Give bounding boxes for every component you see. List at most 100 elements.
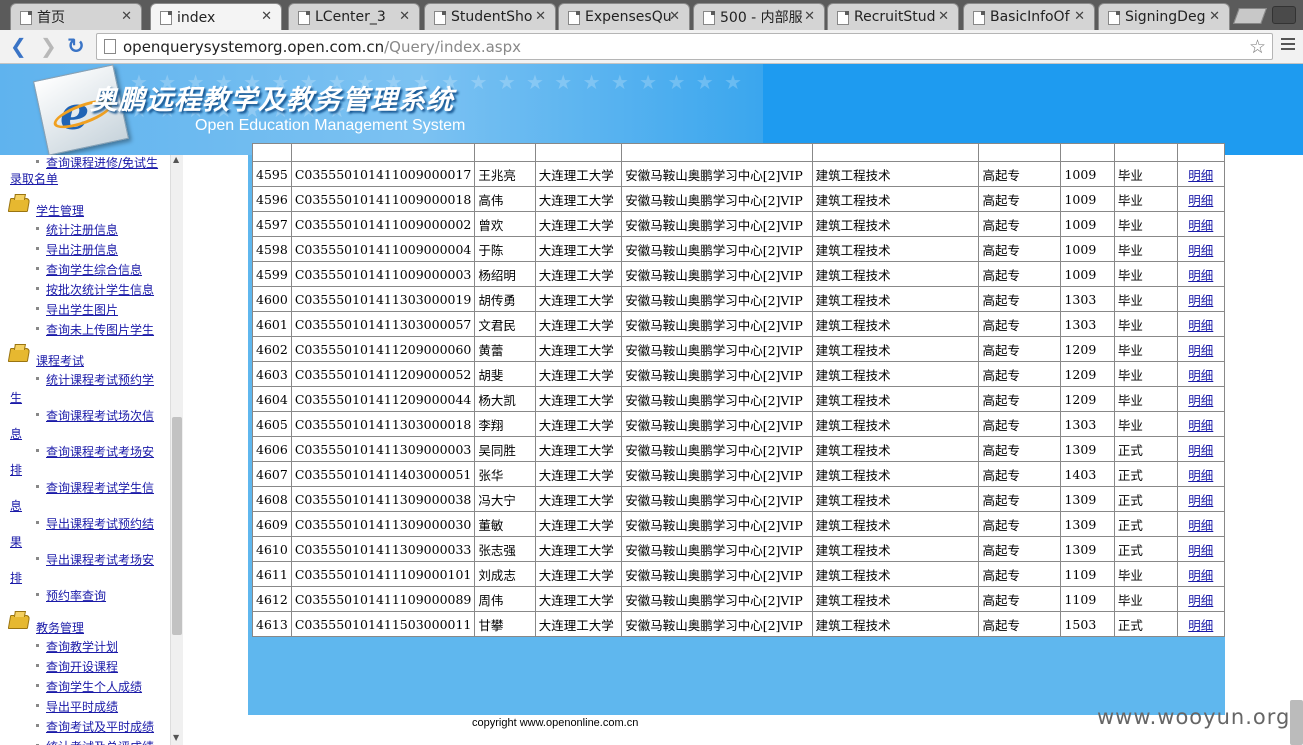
browser-tab[interactable]: index ✕ bbox=[150, 3, 282, 31]
detail-link[interactable]: 明细 bbox=[1188, 468, 1213, 483]
sidebar-link[interactable]: 导出平时成绩 bbox=[46, 698, 118, 715]
browser-menu-icon[interactable] bbox=[1281, 38, 1295, 53]
cell-center: 安徽马鞍山奥鹏学习中心[2]VIP bbox=[621, 411, 813, 437]
cell-status: 正式 bbox=[1113, 511, 1178, 537]
detail-link[interactable]: 明细 bbox=[1188, 343, 1213, 358]
tab-close-icon[interactable]: ✕ bbox=[399, 9, 410, 24]
sidebar-link[interactable]: 查询未上传图片学生 bbox=[46, 321, 154, 338]
cell-student-id: C035550101411309000033 bbox=[290, 536, 476, 562]
reload-icon[interactable]: ↻ bbox=[67, 34, 85, 58]
detail-link[interactable]: 明细 bbox=[1188, 543, 1213, 558]
tab-close-icon[interactable]: ✕ bbox=[1074, 9, 1085, 24]
cell-student-id: C035550101411209000052 bbox=[290, 361, 476, 387]
detail-link[interactable]: 明细 bbox=[1188, 243, 1213, 258]
cell-center: 安徽马鞍山奥鹏学习中心[2]VIP bbox=[621, 586, 813, 612]
table-cell bbox=[811, 143, 980, 162]
address-bar[interactable]: openquerysystemorg.open.com.cn/Query/ind… bbox=[96, 33, 1273, 60]
cell-batch: 1303 bbox=[1060, 311, 1115, 337]
cell-major: 建筑工程技术 bbox=[811, 236, 980, 262]
detail-link[interactable]: 明细 bbox=[1188, 393, 1213, 408]
detail-link[interactable]: 明细 bbox=[1188, 618, 1213, 633]
sidebar-link[interactable]: 查询教学计划 bbox=[46, 638, 118, 655]
scroll-down-icon[interactable]: ▼ bbox=[173, 733, 179, 742]
tab-label: ExpensesQu bbox=[585, 9, 672, 25]
sidebar-link[interactable]: 查询考试及平时成绩 bbox=[46, 718, 154, 735]
sidebar-link[interactable]: 查询学生个人成绩 bbox=[46, 678, 142, 695]
sidebar-group-title[interactable]: 课程考试 bbox=[36, 352, 84, 369]
detail-link[interactable]: 明细 bbox=[1188, 568, 1213, 583]
page-scrollbar-thumb[interactable] bbox=[1290, 700, 1303, 745]
detail-link[interactable]: 明细 bbox=[1188, 518, 1213, 533]
browser-tab[interactable]: LCenter_3 ✕ bbox=[288, 3, 420, 30]
browser-tab[interactable]: BasicInfoOf ✕ bbox=[963, 3, 1095, 30]
tab-close-icon[interactable]: ✕ bbox=[261, 9, 272, 24]
detail-link[interactable]: 明细 bbox=[1188, 318, 1213, 333]
detail-link[interactable]: 明细 bbox=[1188, 268, 1213, 283]
cell-major: 建筑工程技术 bbox=[811, 461, 980, 487]
sidebar-link-continuation[interactable]: 排 bbox=[10, 461, 22, 478]
sidebar-link[interactable]: 按批次统计学生信息 bbox=[46, 281, 154, 298]
cell-level: 高起专 bbox=[978, 586, 1062, 612]
tab-close-icon[interactable]: ✕ bbox=[121, 9, 132, 24]
sidebar-link[interactable]: 录取名单 bbox=[10, 170, 58, 187]
detail-link[interactable]: 明细 bbox=[1188, 418, 1213, 433]
browser-tab[interactable]: SigningDeg ✕ bbox=[1098, 3, 1230, 30]
table-row: 4609 C035550101411309000030 董敏 大连理工大学 安徽马鞍山奥… bbox=[252, 511, 1226, 537]
sidebar-link[interactable]: 导出课程考试预约结 bbox=[46, 515, 154, 532]
sidebar-scrollbar[interactable]: ▲ ▼ bbox=[170, 155, 183, 745]
sidebar-link[interactable]: 查询课程进修/免试生 bbox=[46, 155, 158, 171]
detail-link[interactable]: 明细 bbox=[1188, 368, 1213, 383]
sidebar-link[interactable]: 统计课程考试预约学 bbox=[46, 371, 154, 388]
window-control-icon[interactable] bbox=[1272, 6, 1296, 24]
sidebar-link[interactable]: 查询开设课程 bbox=[46, 658, 118, 675]
cell-name: 高伟 bbox=[474, 186, 536, 212]
sidebar-link[interactable]: 统计考试及总评成绩 bbox=[46, 738, 154, 745]
cell-batch: 1503 bbox=[1060, 611, 1115, 637]
sidebar-link[interactable]: 统计注册信息 bbox=[46, 221, 118, 238]
sidebar-link-continuation[interactable]: 息 bbox=[10, 425, 22, 442]
cell-status: 正式 bbox=[1113, 436, 1178, 462]
detail-link[interactable]: 明细 bbox=[1188, 593, 1213, 608]
detail-link[interactable]: 明细 bbox=[1188, 168, 1213, 183]
sidebar-link[interactable]: 导出注册信息 bbox=[46, 241, 118, 258]
sidebar-link[interactable]: 查询课程考试场次信 bbox=[46, 407, 154, 424]
sidebar-link[interactable]: 查询课程考试学生信 bbox=[46, 479, 154, 496]
browser-tab[interactable]: 首页 ✕ bbox=[10, 3, 142, 30]
bookmark-star-icon[interactable]: ☆ bbox=[1249, 36, 1266, 58]
detail-link[interactable]: 明细 bbox=[1188, 193, 1213, 208]
forward-arrow-icon[interactable]: ❯ bbox=[40, 34, 57, 58]
browser-tab[interactable]: StudentSho ✕ bbox=[424, 3, 556, 30]
tab-close-icon[interactable]: ✕ bbox=[1209, 9, 1220, 24]
sidebar-group-title[interactable]: 教务管理 bbox=[36, 619, 84, 636]
tab-close-icon[interactable]: ✕ bbox=[669, 9, 680, 24]
scroll-up-icon[interactable]: ▲ bbox=[173, 155, 179, 164]
back-arrow-icon[interactable]: ❮ bbox=[10, 34, 27, 58]
sidebar-link-continuation[interactable]: 果 bbox=[10, 533, 22, 550]
detail-link[interactable]: 明细 bbox=[1188, 493, 1213, 508]
cell-status: 毕业 bbox=[1113, 286, 1178, 312]
new-tab-button[interactable] bbox=[1233, 8, 1267, 24]
sidebar-link[interactable]: 查询课程考试考场安 bbox=[46, 443, 154, 460]
table-cell bbox=[1113, 143, 1178, 162]
tab-close-icon[interactable]: ✕ bbox=[804, 9, 815, 24]
tab-close-icon[interactable]: ✕ bbox=[938, 9, 949, 24]
tab-close-icon[interactable]: ✕ bbox=[535, 9, 546, 24]
detail-link[interactable]: 明细 bbox=[1188, 293, 1213, 308]
sidebar-link[interactable]: 导出课程考试考场安 bbox=[46, 551, 154, 568]
sidebar-link-continuation[interactable]: 生 bbox=[10, 389, 22, 406]
bullet-icon bbox=[36, 704, 39, 707]
browser-tab[interactable]: RecruitStud ✕ bbox=[827, 3, 959, 30]
browser-tab[interactable]: 500 - 内部服 ✕ bbox=[693, 3, 825, 30]
cell-school: 大连理工大学 bbox=[534, 511, 623, 537]
browser-tab[interactable]: ExpensesQu ✕ bbox=[558, 3, 690, 30]
scrollbar-thumb[interactable] bbox=[172, 417, 182, 635]
sidebar-link-continuation[interactable]: 排 bbox=[10, 569, 22, 586]
detail-link[interactable]: 明细 bbox=[1188, 443, 1213, 458]
sidebar-link-continuation[interactable]: 息 bbox=[10, 497, 22, 514]
sidebar-link[interactable]: 查询学生综合信息 bbox=[46, 261, 142, 278]
detail-link[interactable]: 明细 bbox=[1188, 218, 1213, 233]
cell-batch: 1309 bbox=[1060, 486, 1115, 512]
sidebar-link[interactable]: 预约率查询 bbox=[46, 587, 106, 604]
sidebar-link[interactable]: 导出学生图片 bbox=[46, 301, 118, 318]
sidebar-group-title[interactable]: 学生管理 bbox=[36, 202, 84, 219]
